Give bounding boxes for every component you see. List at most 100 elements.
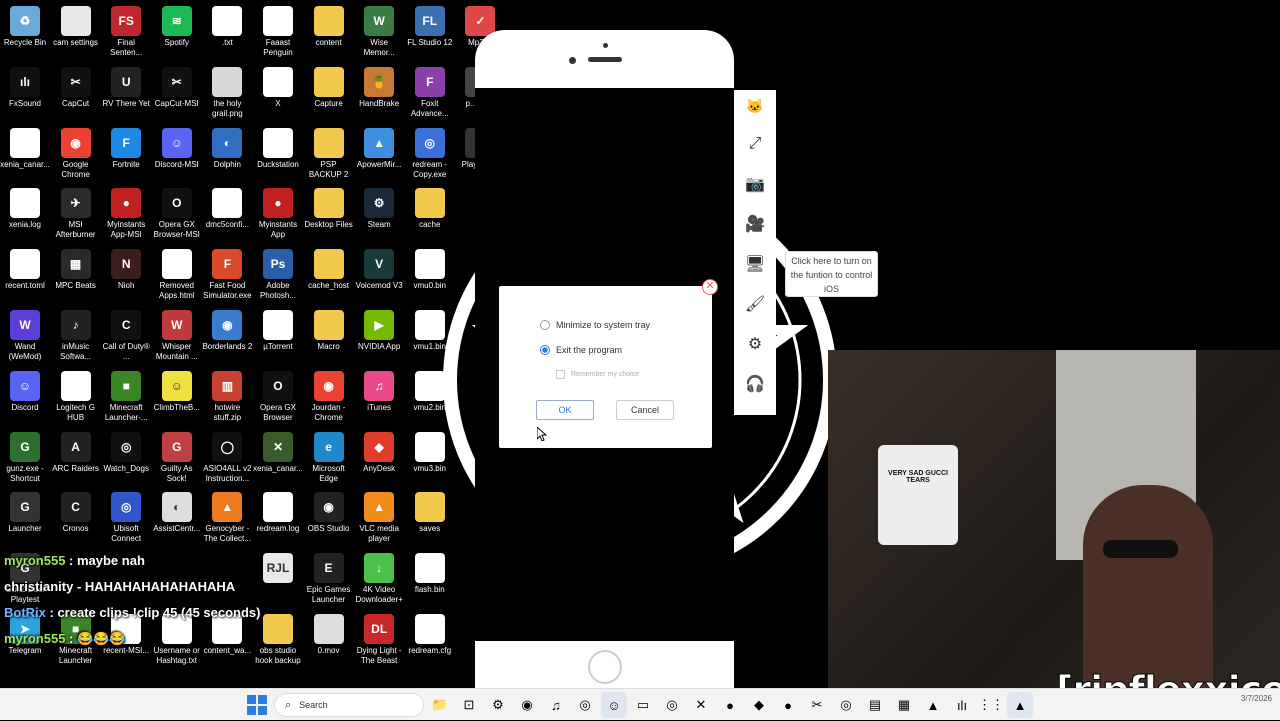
camera-icon[interactable]: 📷 bbox=[741, 170, 769, 198]
desktop-icon[interactable]: FL FL Studio 12 bbox=[405, 4, 455, 65]
exit-option[interactable]: Exit the program bbox=[540, 345, 622, 355]
desktop-icon[interactable]: Logitech G HUB bbox=[51, 369, 101, 430]
desktop-icon[interactable]: ● Myinstants App-MSI bbox=[101, 186, 151, 247]
taskbar-app-icon[interactable]: ◉ bbox=[514, 692, 540, 718]
desktop-icon[interactable]: ☺ Discord-MSI bbox=[152, 126, 202, 187]
exit-radio[interactable] bbox=[540, 345, 550, 355]
desktop-icon[interactable]: ◎ Watch_Dogs bbox=[101, 430, 151, 491]
desktop-icon[interactable]: Removed Apps.html bbox=[152, 247, 202, 308]
taskbar-app-icon[interactable]: ⋮⋮ bbox=[978, 692, 1004, 718]
desktop-icon[interactable]: ◉ Borderlands 2 bbox=[202, 308, 252, 369]
cat-icon[interactable]: 🐱 bbox=[741, 94, 769, 118]
settings-icon[interactable]: ⚙ bbox=[741, 330, 769, 358]
desktop-icon[interactable]: ◎ redream - Copy.exe bbox=[405, 126, 455, 187]
close-icon[interactable]: ✕ bbox=[702, 279, 718, 295]
desktop-icon[interactable]: Desktop Files bbox=[304, 186, 354, 247]
taskbar-app-icon[interactable]: ✕ bbox=[688, 692, 714, 718]
desktop-icon[interactable]: ◐ AssistCentr... bbox=[152, 490, 202, 551]
desktop-icon[interactable]: ▦ MPC Beats bbox=[51, 247, 101, 308]
taskbar-app-icon[interactable]: ▭ bbox=[630, 692, 656, 718]
desktop-icon[interactable]: dmc5confi... bbox=[202, 186, 252, 247]
desktop-icon[interactable]: .txt bbox=[202, 4, 252, 65]
brush-icon[interactable]: 🖌 bbox=[741, 290, 769, 318]
desktop-icon[interactable]: xenia.log bbox=[0, 186, 50, 247]
desktop-icon[interactable]: ◐ Dolphin bbox=[202, 126, 252, 187]
desktop-icon[interactable]: ılı FxSound bbox=[0, 65, 50, 126]
taskbar-app-icon[interactable]: ılı bbox=[949, 692, 975, 718]
headset-icon[interactable]: 🎧 bbox=[741, 370, 769, 398]
cancel-button[interactable]: Cancel bbox=[616, 400, 674, 420]
desktop-icon[interactable]: Duckstation bbox=[253, 126, 303, 187]
desktop-icon[interactable]: ▶ NVIDIA App bbox=[354, 308, 404, 369]
desktop-icon[interactable]: ♫ iTunes bbox=[354, 369, 404, 430]
desktop-icon[interactable]: ▲ Genocyber - The Collect... bbox=[202, 490, 252, 551]
desktop-icon[interactable]: ☺ ClimbTheB... bbox=[152, 369, 202, 430]
desktop-icon[interactable]: ● Myinstants App bbox=[253, 186, 303, 247]
taskbar-app-icon[interactable]: ▲ bbox=[920, 692, 946, 718]
desktop-icon[interactable]: ◎ Ubisoft Connect bbox=[101, 490, 151, 551]
control-screen-icon[interactable]: 🖥 bbox=[741, 250, 769, 278]
taskbar-app-icon[interactable]: ◆ bbox=[746, 692, 772, 718]
record-icon[interactable]: 🎥 bbox=[741, 210, 769, 238]
desktop-icon[interactable]: ▲ ApowerMir... bbox=[354, 126, 404, 187]
desktop-icon[interactable]: 🍍 HandBrake bbox=[354, 65, 404, 126]
desktop-icon[interactable]: F Foxit Advance... bbox=[405, 65, 455, 126]
taskbar-app-icon[interactable]: ◎ bbox=[833, 692, 859, 718]
taskbar-app-icon[interactable]: ◎ bbox=[659, 692, 685, 718]
remember-option[interactable]: Remember my choice bbox=[556, 370, 639, 379]
desktop-icon[interactable]: ◉ Jourdan - Chrome bbox=[304, 369, 354, 430]
desktop-icon[interactable]: ✂ CapCut-MSI bbox=[152, 65, 202, 126]
desktop-icon[interactable]: O Opera GX Browser bbox=[253, 369, 303, 430]
desktop-icon[interactable]: W Wand (WeMod) bbox=[0, 308, 50, 369]
desktop-icon[interactable]: A ARC Raiders bbox=[51, 430, 101, 491]
minimize-radio[interactable] bbox=[540, 320, 550, 330]
taskbar-app-icon[interactable]: ☺ bbox=[601, 692, 627, 718]
desktop-icon[interactable]: O Opera GX Browser-MSI bbox=[152, 186, 202, 247]
desktop-icon[interactable]: FS Final Senten... bbox=[101, 4, 151, 65]
desktop-icon[interactable]: ☺ Discord bbox=[0, 369, 50, 430]
taskbar-app-icon[interactable]: 📁 bbox=[427, 692, 453, 718]
desktop-icon[interactable]: cam settings bbox=[51, 4, 101, 65]
desktop-icon[interactable]: Faaast Penguin bbox=[253, 4, 303, 65]
desktop-icon[interactable]: µTorrent bbox=[253, 308, 303, 369]
desktop-icon[interactable]: recent.toml bbox=[0, 247, 50, 308]
desktop-icon[interactable]: Macro bbox=[304, 308, 354, 369]
desktop-icon[interactable]: F Fortnite bbox=[101, 126, 151, 187]
desktop-icon[interactable]: Capture bbox=[304, 65, 354, 126]
remember-checkbox[interactable] bbox=[556, 370, 565, 379]
desktop-icon[interactable]: ✕ xenia_canar... bbox=[253, 430, 303, 491]
taskbar-app-icon[interactable]: ⚙ bbox=[485, 692, 511, 718]
desktop-icon[interactable]: W Whisper Mountain ... bbox=[152, 308, 202, 369]
desktop-icon[interactable]: C Cronos bbox=[51, 490, 101, 551]
desktop-icon[interactable]: G Guilty As Sock! bbox=[152, 430, 202, 491]
taskbar-app-icon[interactable]: ● bbox=[775, 692, 801, 718]
desktop-icon[interactable]: V Voicemod V3 bbox=[354, 247, 404, 308]
taskbar-app-icon[interactable]: ▦ bbox=[891, 692, 917, 718]
desktop-icon[interactable]: ✈ MSI Afterburner bbox=[51, 186, 101, 247]
minimize-option[interactable]: Minimize to system tray bbox=[540, 320, 650, 330]
taskbar-app-icon[interactable]: ⊡ bbox=[456, 692, 482, 718]
desktop-icon[interactable]: ◉ Google Chrome bbox=[51, 126, 101, 187]
desktop-icon[interactable]: G Launcher bbox=[0, 490, 50, 551]
desktop-icon[interactable]: F Fast Food Simulator.exe bbox=[202, 247, 252, 308]
taskbar-app-icon[interactable]: ▲ bbox=[1007, 692, 1033, 718]
desktop-icon[interactable]: ♻ Recycle Bin bbox=[0, 4, 50, 65]
desktop-icon[interactable]: PSP BACKUP 2 bbox=[304, 126, 354, 187]
desktop-icon[interactable]: X bbox=[253, 65, 303, 126]
desktop-icon[interactable]: content bbox=[304, 4, 354, 65]
fullscreen-icon[interactable]: ⤢ bbox=[741, 130, 769, 158]
taskbar-app-icon[interactable]: ▤ bbox=[862, 692, 888, 718]
taskbar-app-icon[interactable]: ● bbox=[717, 692, 743, 718]
desktop-icon[interactable]: C Call of Duty® ... bbox=[101, 308, 151, 369]
desktop-icon[interactable]: ♪ inMusic Softwa... bbox=[51, 308, 101, 369]
desktop-icon[interactable]: ▲ VLC media player bbox=[354, 490, 404, 551]
desktop-icon[interactable]: xenia_canar... bbox=[0, 126, 50, 187]
desktop-icon[interactable]: U RV There Yet bbox=[101, 65, 151, 126]
desktop-icon[interactable]: N Nioh bbox=[101, 247, 151, 308]
taskbar-search[interactable]: ⌕ Search bbox=[274, 693, 424, 717]
desktop-icon[interactable]: ■ Minecraft Launcher-... bbox=[101, 369, 151, 430]
taskbar-app-icon[interactable]: ✂ bbox=[804, 692, 830, 718]
desktop-icon[interactable]: Ggunz.exe - Shortcut bbox=[0, 430, 50, 491]
ok-button[interactable]: OK bbox=[536, 400, 594, 420]
system-clock[interactable]: 3/7/2026 bbox=[1241, 693, 1272, 704]
